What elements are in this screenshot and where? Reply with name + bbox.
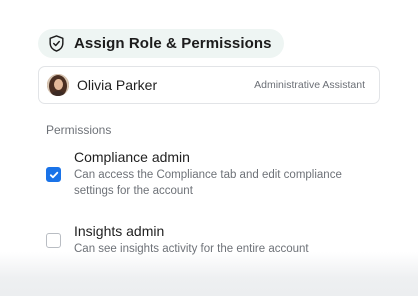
permission-title: Insights admin xyxy=(74,223,165,239)
page-title: Assign Role & Permissions xyxy=(74,35,272,52)
checkmark-icon xyxy=(49,171,58,178)
compliance-admin-checkbox[interactable] xyxy=(46,167,61,182)
permission-item-compliance-admin: Compliance admin Can access the Complian… xyxy=(46,149,344,199)
avatar xyxy=(47,74,69,96)
bottom-fade xyxy=(0,252,418,296)
insights-admin-checkbox[interactable] xyxy=(46,233,61,248)
header-chip: Assign Role & Permissions xyxy=(38,29,284,58)
user-name: Olivia Parker xyxy=(77,77,158,93)
permissions-section-label: Permissions xyxy=(46,123,112,137)
user-role: Administrative Assistant xyxy=(254,79,365,91)
user-card[interactable]: Olivia Parker Administrative Assistant xyxy=(38,66,380,104)
shield-check-icon xyxy=(49,35,64,52)
permission-title: Compliance admin xyxy=(74,149,190,165)
permission-description: Can access the Compliance tab and edit c… xyxy=(74,169,342,197)
